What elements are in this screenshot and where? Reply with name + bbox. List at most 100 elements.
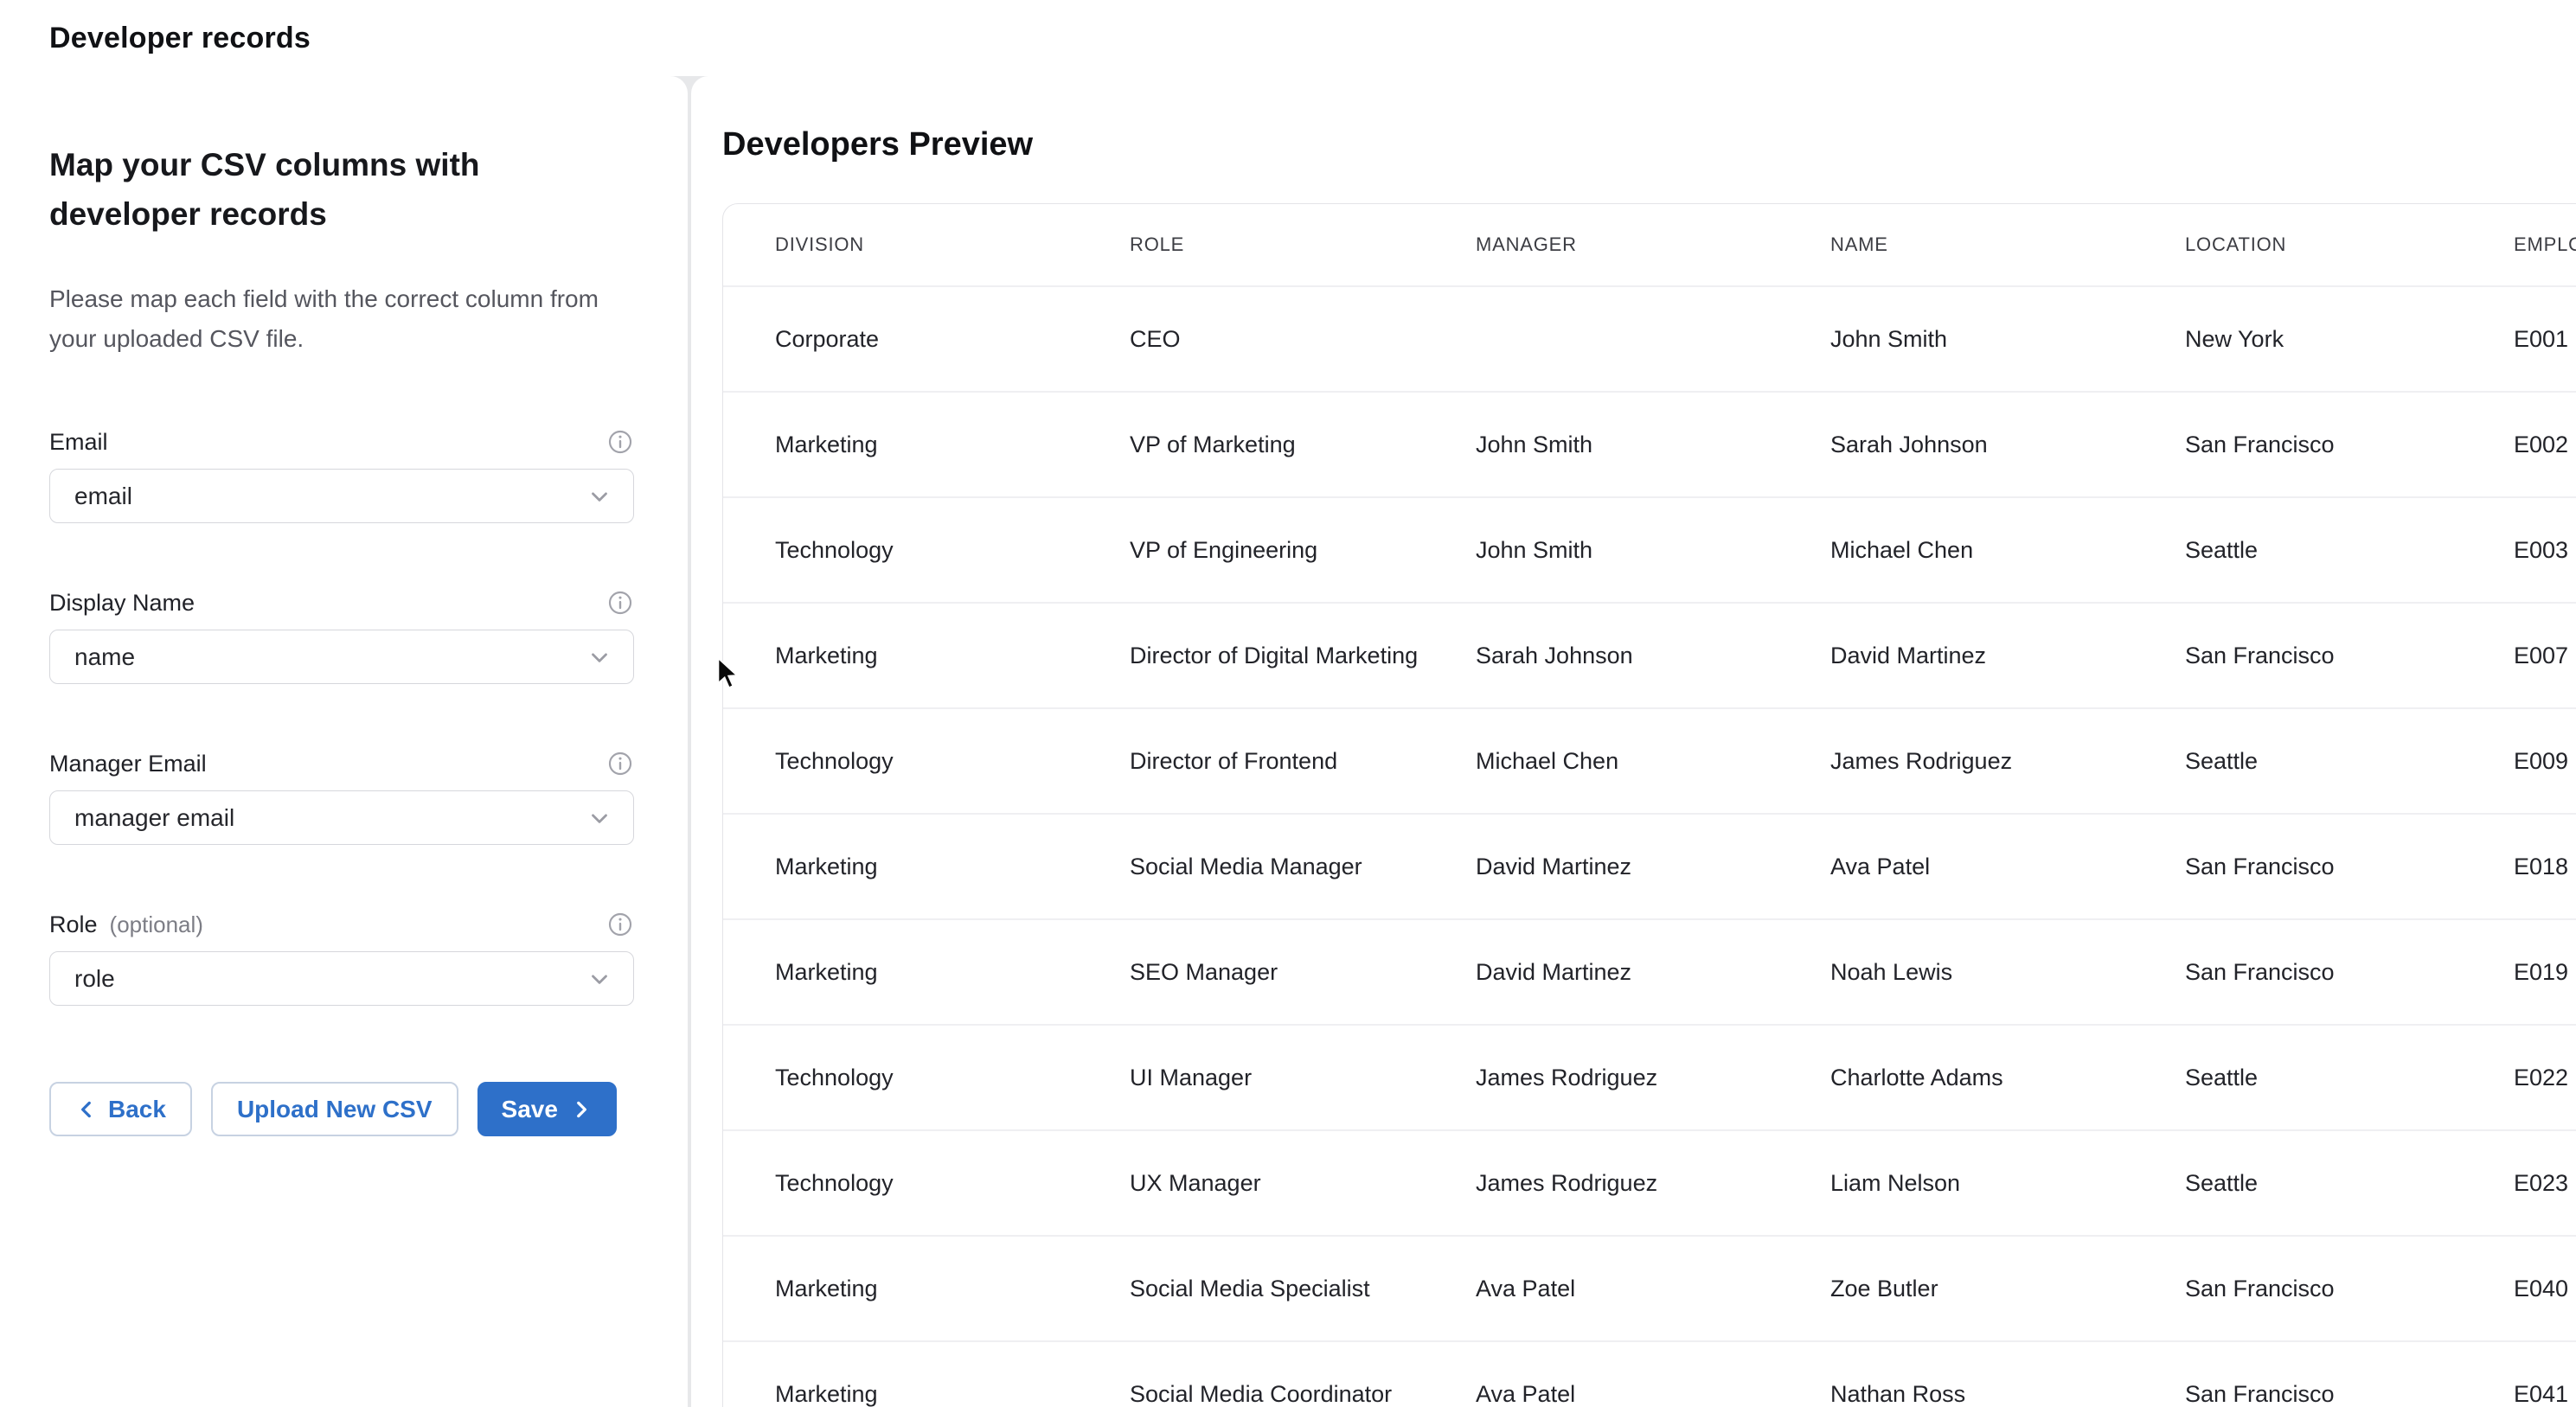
manager-email-select[interactable]: manager email — [49, 790, 634, 845]
cell-manager: Sarah Johnson — [1476, 643, 1830, 669]
cell-employee-id: E003 — [2514, 537, 2576, 564]
cell-employee-id: E009 — [2514, 748, 2576, 775]
column-header-division: Division — [775, 233, 1130, 256]
table-row: Technology UX Manager James Rodriguez Li… — [723, 1129, 2576, 1235]
cell-location: San Francisco — [2185, 1381, 2514, 1407]
cell-manager: John Smith — [1476, 432, 1830, 458]
content-area: Map your CSV columns with developer reco… — [0, 76, 2576, 1407]
cell-role: Social Media Specialist — [1130, 1276, 1476, 1302]
cell-division: Marketing — [775, 959, 1130, 986]
table-row: Technology UI Manager James Rodriguez Ch… — [723, 1024, 2576, 1129]
email-select[interactable]: email — [49, 469, 634, 523]
cell-employee-id: E019 — [2514, 959, 2576, 986]
cell-manager: Michael Chen — [1476, 748, 1830, 775]
cell-name: Charlotte Adams — [1830, 1065, 2185, 1091]
cell-employee-id: E002 — [2514, 432, 2576, 458]
cell-location: San Francisco — [2185, 959, 2514, 986]
cell-division: Technology — [775, 1065, 1130, 1091]
cell-role: SEO Manager — [1130, 959, 1476, 986]
upload-new-csv-label: Upload New CSV — [237, 1096, 433, 1123]
field-manager-email: Manager Email manager email — [49, 750, 634, 845]
cell-manager: John Smith — [1476, 537, 1830, 564]
cell-name: Zoe Butler — [1830, 1276, 2185, 1302]
cell-division: Corporate — [775, 326, 1130, 353]
display-name-select[interactable]: name — [49, 630, 634, 684]
cell-employee-id: E023 — [2514, 1170, 2576, 1197]
cell-division: Marketing — [775, 854, 1130, 880]
chevron-down-icon — [586, 644, 612, 670]
cell-division: Technology — [775, 537, 1130, 564]
table-body: Corporate CEO John Smith New York E001 M… — [723, 285, 2576, 1407]
cell-employee-id: E040 — [2514, 1276, 2576, 1302]
table-row: Corporate CEO John Smith New York E001 — [723, 285, 2576, 391]
cell-name: Liam Nelson — [1830, 1170, 2185, 1197]
cell-location: San Francisco — [2185, 643, 2514, 669]
cell-name: Nathan Ross — [1830, 1381, 2185, 1407]
save-button[interactable]: Save — [477, 1082, 617, 1136]
mapping-description: Please map each field with the correct c… — [49, 279, 603, 359]
cell-role: UI Manager — [1130, 1065, 1476, 1091]
cell-location: New York — [2185, 326, 2514, 353]
email-field-label: Email — [49, 429, 108, 456]
column-header-location: Location — [2185, 233, 2514, 256]
cell-role: Social Media Coordinator — [1130, 1381, 1476, 1407]
cell-manager: Ava Patel — [1476, 1276, 1830, 1302]
cell-location: Seattle — [2185, 537, 2514, 564]
cell-name: John Smith — [1830, 326, 2185, 353]
column-header-employee-id: Employee ID — [2514, 233, 2576, 256]
info-icon[interactable] — [606, 750, 634, 777]
cell-name: James Rodriguez — [1830, 748, 2185, 775]
table-header-row: Division Role Manager Name Location Empl… — [723, 204, 2576, 285]
page-title: Developer records — [49, 22, 311, 55]
display-name-select-value: name — [74, 643, 135, 671]
cell-role: Social Media Manager — [1130, 854, 1476, 880]
back-button[interactable]: Back — [49, 1082, 192, 1136]
cell-role: VP of Engineering — [1130, 537, 1476, 564]
role-select-value: role — [74, 965, 115, 993]
cell-employee-id: E001 — [2514, 326, 2576, 353]
role-optional-hint: (optional) — [110, 911, 203, 938]
cell-role: Director of Frontend — [1130, 748, 1476, 775]
table-row: Technology Director of Frontend Michael … — [723, 707, 2576, 813]
info-icon[interactable] — [606, 911, 634, 938]
chevron-right-icon — [570, 1098, 593, 1121]
cell-employee-id: E018 — [2514, 854, 2576, 880]
table-row: Marketing Social Media Coordinator Ava P… — [723, 1340, 2576, 1407]
cell-name: Michael Chen — [1830, 537, 2185, 564]
mapping-heading: Map your CSV columns with developer reco… — [49, 140, 551, 240]
upload-new-csv-button[interactable]: Upload New CSV — [211, 1082, 458, 1136]
display-name-field-label: Display Name — [49, 590, 195, 617]
cell-division: Marketing — [775, 643, 1130, 669]
developers-preview-table: Division Role Manager Name Location Empl… — [722, 203, 2576, 1407]
cell-role: VP of Marketing — [1130, 432, 1476, 458]
cell-employee-id: E022 — [2514, 1065, 2576, 1091]
email-select-value: email — [74, 483, 132, 510]
info-icon[interactable] — [606, 428, 634, 456]
role-field-label: Role — [49, 911, 98, 938]
column-header-name: Name — [1830, 233, 2185, 256]
table-row: Marketing Social Media Manager David Mar… — [723, 813, 2576, 918]
cell-manager: Ava Patel — [1476, 1381, 1830, 1407]
cell-location: Seattle — [2185, 1170, 2514, 1197]
cell-location: Seattle — [2185, 1065, 2514, 1091]
cell-location: San Francisco — [2185, 432, 2514, 458]
back-button-label: Back — [108, 1096, 166, 1123]
chevron-down-icon — [586, 483, 612, 509]
field-role: Role (optional) role — [49, 911, 634, 1006]
cell-employee-id: E041 — [2514, 1381, 2576, 1407]
cell-manager: David Martinez — [1476, 959, 1830, 986]
cell-location: San Francisco — [2185, 854, 2514, 880]
table-row: Marketing SEO Manager David Martinez Noa… — [723, 918, 2576, 1024]
cell-role: CEO — [1130, 326, 1476, 353]
role-select[interactable]: role — [49, 951, 634, 1006]
app-header: Developer records — [0, 0, 2576, 76]
cell-division: Marketing — [775, 1276, 1130, 1302]
column-header-role: Role — [1130, 233, 1476, 256]
cell-name: Sarah Johnson — [1830, 432, 2185, 458]
cell-division: Technology — [775, 1170, 1130, 1197]
table-row: Marketing Social Media Specialist Ava Pa… — [723, 1235, 2576, 1340]
info-icon[interactable] — [606, 589, 634, 617]
chevron-down-icon — [586, 805, 612, 831]
cell-role: Director of Digital Marketing — [1130, 643, 1476, 669]
cell-name: David Martinez — [1830, 643, 2185, 669]
